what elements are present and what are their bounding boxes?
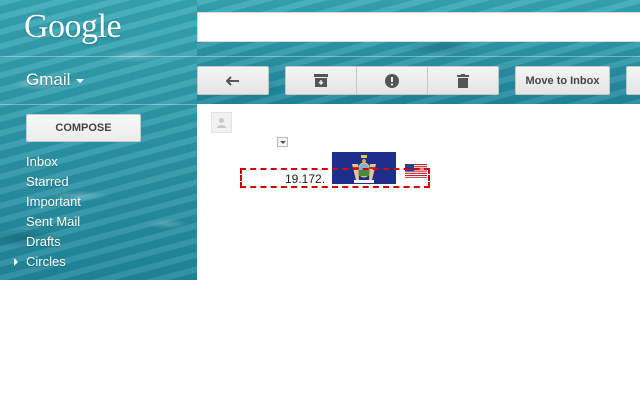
message-snippet-number: 19.172. (285, 172, 326, 186)
back-arrow-icon (226, 75, 239, 86)
archive-button[interactable] (285, 66, 357, 95)
app-switcher-label: Gmail (26, 70, 71, 89)
more-button[interactable] (626, 66, 640, 95)
trash-icon (457, 73, 469, 88)
back-button[interactable] (197, 66, 269, 95)
report-spam-icon (385, 73, 399, 88)
sidebar-item-important[interactable]: Important (26, 192, 81, 212)
sidebar-item-sent-mail[interactable]: Sent Mail (26, 212, 81, 232)
chevron-down-icon (76, 79, 85, 83)
delete-button[interactable] (427, 66, 499, 95)
archive-icon (314, 74, 328, 87)
gmail-window: Google Gmail Move to Inbox COMPOSE Inbox… (0, 0, 640, 400)
person-icon (217, 118, 226, 128)
report-spam-button[interactable] (356, 66, 428, 95)
sidebar-nav: Inbox Starred Important Sent Mail Drafts… (14, 152, 81, 272)
compose-button[interactable]: COMPOSE (26, 114, 141, 142)
sidebar-divider (0, 104, 197, 105)
header-divider (0, 56, 640, 57)
app-switcher[interactable]: Gmail (26, 70, 85, 90)
sender-avatar (211, 112, 232, 133)
highlight-annotation-box (240, 168, 430, 188)
sidebar-item-drafts[interactable]: Drafts (26, 232, 81, 252)
sidebar-item-starred[interactable]: Starred (26, 172, 81, 192)
search-input[interactable] (197, 12, 640, 42)
google-logo[interactable]: Google (24, 8, 122, 46)
sidebar-item-inbox[interactable]: Inbox (26, 152, 81, 172)
expand-arrow-icon[interactable] (14, 258, 18, 266)
sidebar-item-circles[interactable]: Circles (14, 252, 81, 272)
sidebar-item-circles-label: Circles (26, 254, 66, 269)
move-to-inbox-button[interactable]: Move to Inbox (515, 66, 610, 95)
show-details-toggle[interactable] (277, 137, 288, 147)
